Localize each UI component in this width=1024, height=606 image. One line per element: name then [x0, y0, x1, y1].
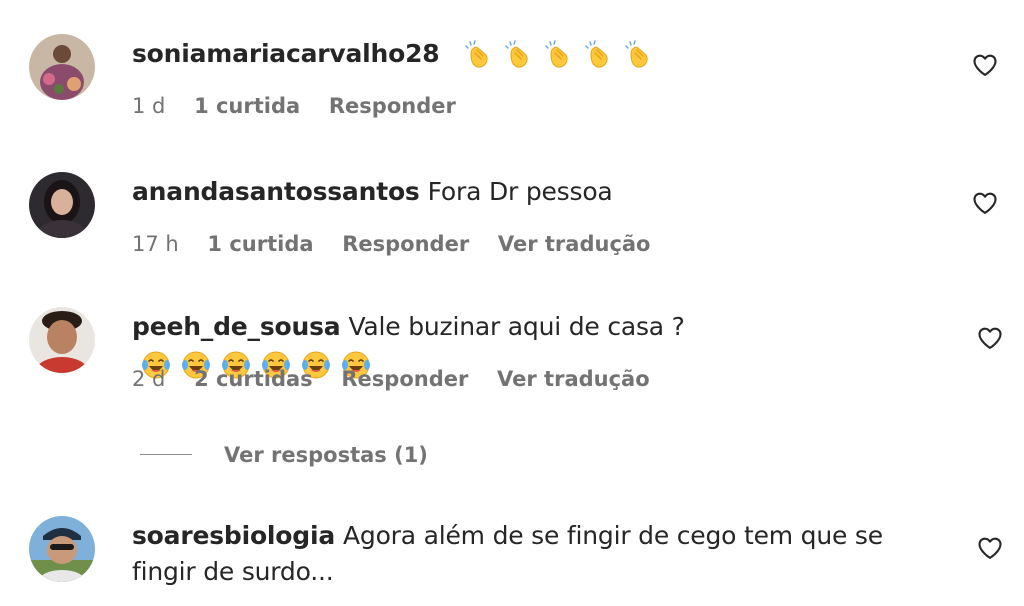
translate-button[interactable]: Ver tradução [498, 232, 651, 256]
comment-meta: 2 d 2 curtidas Responder Ver tradução [132, 365, 672, 393]
comment-username[interactable]: anandasantossantos [132, 177, 420, 206]
reply-button[interactable]: Responder [342, 232, 469, 256]
translate-button[interactable]: Ver tradução [497, 367, 650, 391]
clapping-hands-emoji-group [463, 37, 663, 73]
heart-icon[interactable] [971, 189, 999, 217]
clapping-hands-emoji [543, 40, 575, 72]
replies-divider-line [140, 454, 192, 455]
reply-button[interactable]: Responder [341, 367, 468, 391]
avatar[interactable] [29, 307, 95, 373]
comment-body: soaresbiologia Agora além de se fingir de… [132, 518, 904, 590]
likes-count[interactable]: 2 curtidas [194, 367, 313, 391]
avatar[interactable] [29, 172, 95, 238]
clapping-hands-emoji [623, 40, 655, 72]
clapping-hands-emoji [583, 40, 615, 72]
comment-time: 1 d [132, 94, 166, 118]
avatar[interactable] [29, 516, 95, 582]
comment-meta: 1 d 1 curtida Responder [132, 92, 478, 120]
comment-time: 17 h [132, 232, 179, 256]
clapping-hands-emoji [503, 40, 535, 72]
heart-icon[interactable] [976, 324, 1004, 352]
comment-body: anandasantossantos Fora Dr pessoa [132, 174, 914, 210]
comment-body: soniamariacarvalho28 [132, 36, 914, 73]
comment-text: Vale buzinar aqui de casa ? [348, 312, 685, 341]
comment-username[interactable]: soaresbiologia [132, 521, 335, 550]
likes-count[interactable]: 1 curtida [207, 232, 313, 256]
comment-username[interactable]: peeh_de_sousa [132, 312, 341, 341]
heart-icon[interactable] [976, 534, 1004, 562]
comment-text: Fora Dr pessoa [427, 177, 613, 206]
comment-meta: 17 h 1 curtida Responder Ver tradução [132, 230, 672, 258]
comment-username[interactable]: soniamariacarvalho28 [132, 39, 440, 68]
likes-count[interactable]: 1 curtida [194, 94, 300, 118]
avatar[interactable] [29, 34, 95, 100]
comment-time: 2 d [132, 367, 166, 391]
view-replies-label[interactable]: Ver respostas (1) [224, 440, 428, 470]
clapping-hands-emoji [463, 40, 495, 72]
reply-button[interactable]: Responder [329, 94, 456, 118]
heart-icon[interactable] [971, 51, 999, 79]
